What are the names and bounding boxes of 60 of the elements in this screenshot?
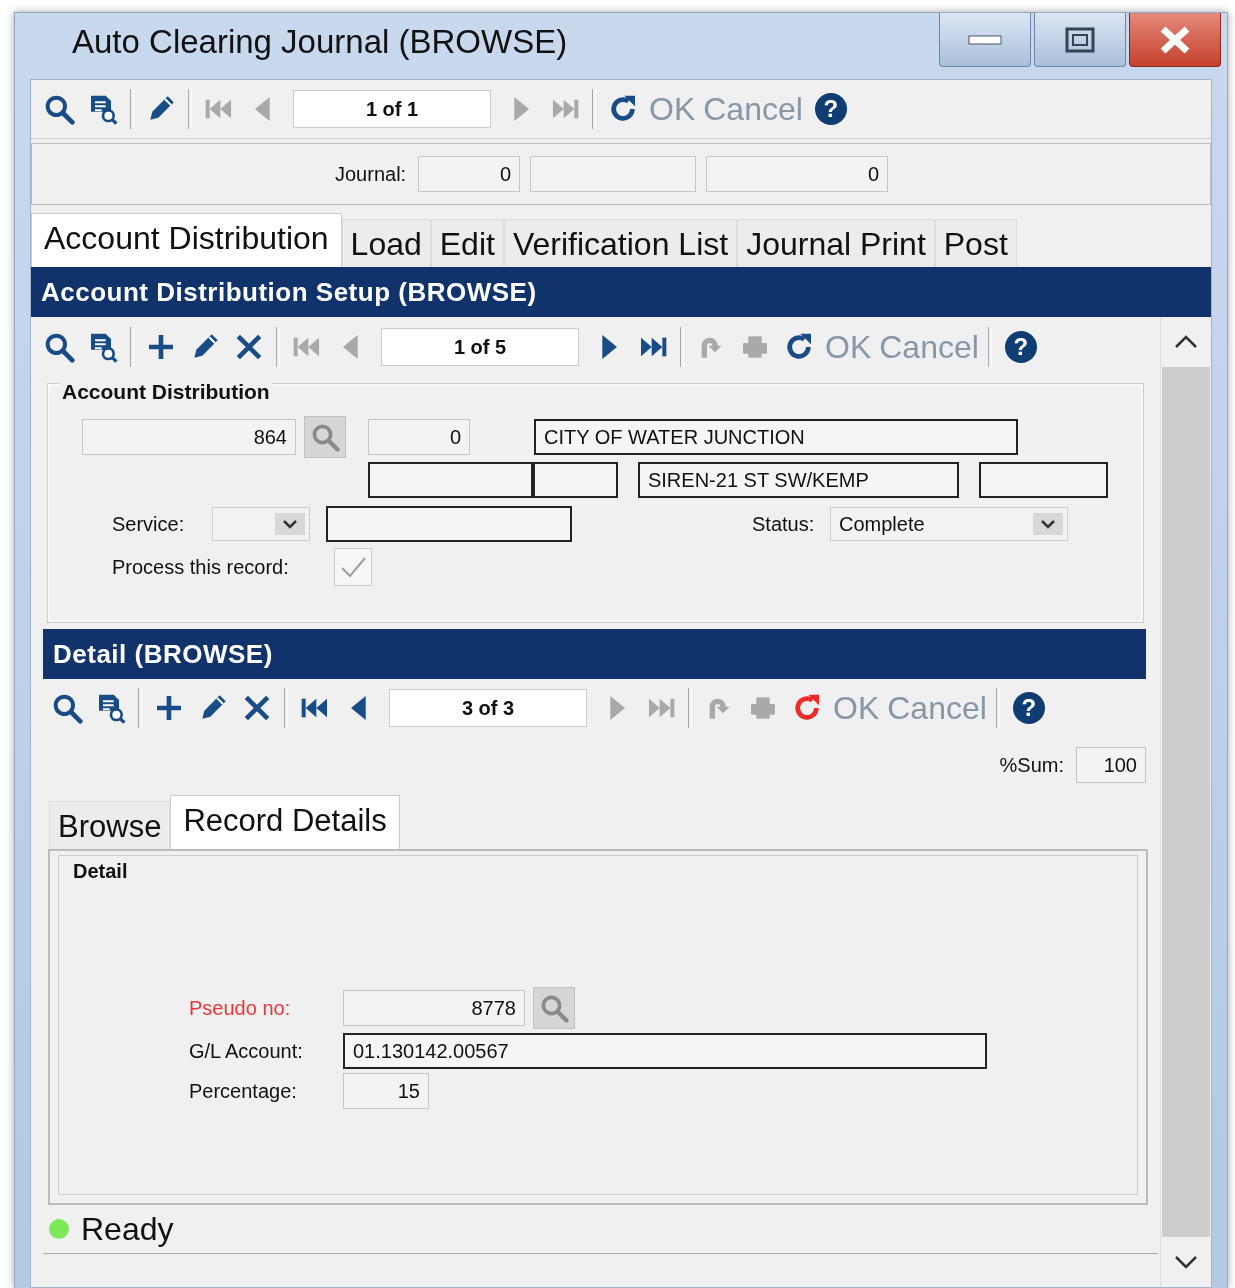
field-label: Percentage: [189,1079,298,1103]
search-button[interactable] [43,93,75,125]
close-button[interactable] [1129,13,1221,67]
sum-field[interactable]: 100 [1076,747,1146,783]
record-counter: 3 of 3 [389,689,587,727]
record-counter: 1 of 5 [381,328,579,366]
caret-icon [1040,518,1056,530]
address-field[interactable] [368,462,533,498]
tab[interactable]: Account Distribution [31,213,342,267]
field-label: Status: [752,512,816,536]
tab[interactable]: Verification List [503,219,738,267]
search-button[interactable] [51,692,83,724]
checkmark-icon [339,555,367,579]
search-icon [51,692,83,724]
search-icon [310,422,340,452]
service-field[interactable] [326,506,572,542]
record-counter: 1 of 1 [293,90,491,128]
status-dropdown[interactable]: Complete [830,507,1068,541]
search-button[interactable] [43,331,75,363]
minimize-button[interactable] [939,13,1031,67]
field-label: %Sum: [999,753,1064,777]
help-button[interactable]: ? [1012,692,1045,724]
journal-field[interactable]: 0 [418,156,521,192]
journal-field[interactable] [530,156,697,192]
field-label: Pseudo no: [189,996,292,1020]
caret-icon [282,518,298,530]
field-label: Journal: [335,162,407,186]
customer-field[interactable]: 864 [82,419,296,455]
scrollbar-thumb[interactable] [1162,367,1210,1237]
tab[interactable]: Browse [49,801,171,849]
journal-field[interactable]: 0 [706,156,889,192]
field-label: Process this record: [112,555,290,579]
search-icon [43,331,75,363]
field-label: G/L Account: [189,1039,304,1063]
maximize-icon [1065,26,1095,53]
section-header: Account Distribution Setup (BROWSE) [31,267,1211,317]
detail-field[interactable]: 15 [343,1073,429,1109]
help-button[interactable]: ? [1004,331,1037,363]
search-icon [539,993,569,1023]
tab[interactable]: Record Details [170,795,400,849]
address-field[interactable] [532,462,618,498]
address-field[interactable] [979,462,1108,498]
window-title: Auto Clearing Journal (BROWSE) [72,23,569,61]
tab[interactable]: Post [934,219,1017,267]
maximize-button[interactable] [1034,13,1126,67]
close-icon [1158,24,1192,55]
help-button[interactable]: ? [814,93,847,125]
name-field[interactable]: CITY OF WATER JUNCTION [534,419,1018,455]
tab[interactable]: Edit [430,219,504,267]
address-field[interactable]: SIREN-21 ST SW/KEMP [637,462,960,498]
field-label: Service: [112,512,186,536]
detail-field[interactable]: 01.130142.00567 [343,1033,987,1069]
sub-field[interactable]: 0 [368,419,470,455]
minimize-icon [968,34,1002,45]
tab[interactable]: Load [341,219,431,267]
section-header: Detail (BROWSE) [43,629,1146,679]
detail-field[interactable]: 8778 [343,990,525,1026]
tab[interactable]: Journal Print [737,219,935,267]
search-icon [43,93,75,125]
status-text: Ready [81,1210,174,1248]
